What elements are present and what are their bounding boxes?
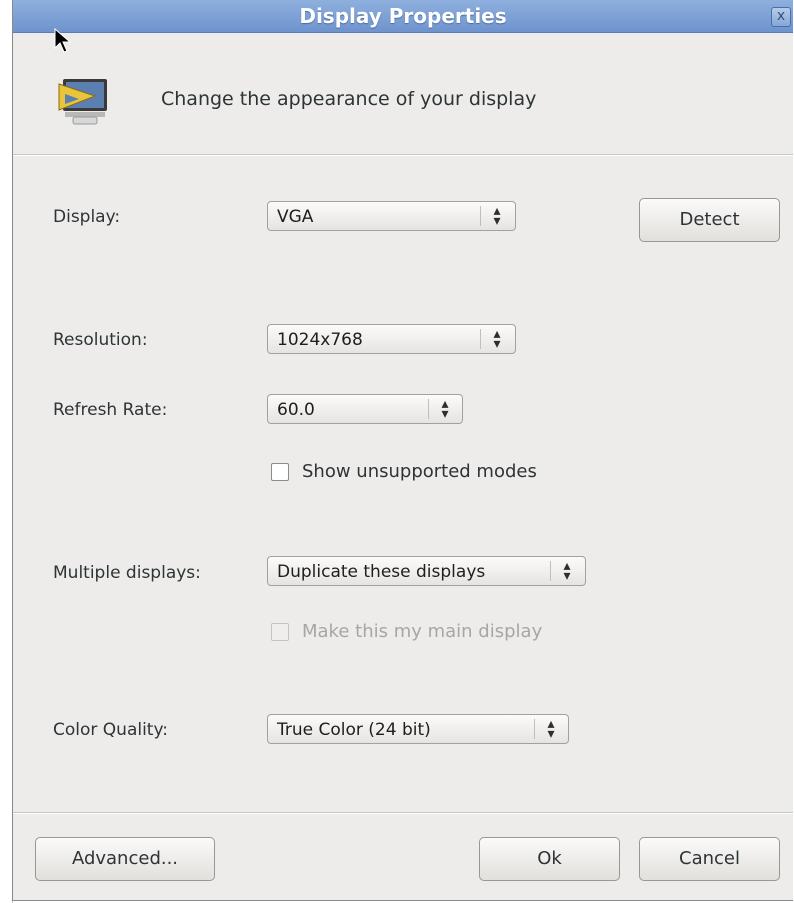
header-separator [13,154,793,155]
combo-divider [550,561,551,581]
advanced-button[interactable]: Advanced... [35,837,215,881]
multiple-displays-combo-value: Duplicate these displays [277,562,486,582]
combo-divider [428,399,429,419]
color-quality-combo[interactable]: True Color (24 bit) ▴ ▾ [267,714,569,744]
display-combo[interactable]: VGA ▴ ▾ [267,201,516,231]
display-settings-icon [58,79,107,125]
resolution-combo-value: 1024x768 [277,330,363,350]
main-display-checkbox[interactable] [271,623,289,641]
updown-arrows-icon: ▴ ▾ [493,203,501,229]
color-quality-combo-value: True Color (24 bit) [277,720,431,740]
updown-arrows-icon: ▴ ▾ [547,716,555,742]
display-label: Display: [53,207,121,227]
refresh-rate-combo-value: 60.0 [277,400,315,420]
cancel-button[interactable]: Cancel [639,837,780,881]
refresh-rate-combo[interactable]: 60.0 ▴ ▾ [267,394,463,424]
footer-separator [13,812,793,813]
display-combo-value: VGA [277,207,314,227]
updown-arrows-icon: ▴ ▾ [441,396,449,422]
window-title: Display Properties [299,4,507,28]
combo-divider [534,719,535,739]
ok-button[interactable]: Ok [479,837,620,881]
color-quality-label: Color Quality: [53,720,169,740]
header-description: Change the appearance of your display [161,88,537,110]
refresh-rate-label: Refresh Rate: [53,400,168,420]
detect-button[interactable]: Detect [639,198,780,242]
show-unsupported-checkbox[interactable] [271,463,289,481]
combo-divider [480,206,481,226]
updown-arrows-icon: ▴ ▾ [493,326,501,352]
show-unsupported-label[interactable]: Show unsupported modes [302,461,537,482]
multiple-displays-label: Multiple displays: [53,563,201,583]
main-display-label: Make this my main display [302,621,543,642]
resolution-combo[interactable]: 1024x768 ▴ ▾ [267,324,516,354]
close-button[interactable]: x [771,7,791,27]
resolution-label: Resolution: [53,330,148,350]
updown-arrows-icon: ▴ ▾ [563,558,571,584]
multiple-displays-combo[interactable]: Duplicate these displays ▴ ▾ [267,556,586,586]
title-bar[interactable]: Display Properties x [13,0,793,33]
display-properties-dialog: Display Properties x Change the appearan… [12,0,793,901]
combo-divider [480,329,481,349]
mouse-pointer-icon [54,28,72,53]
